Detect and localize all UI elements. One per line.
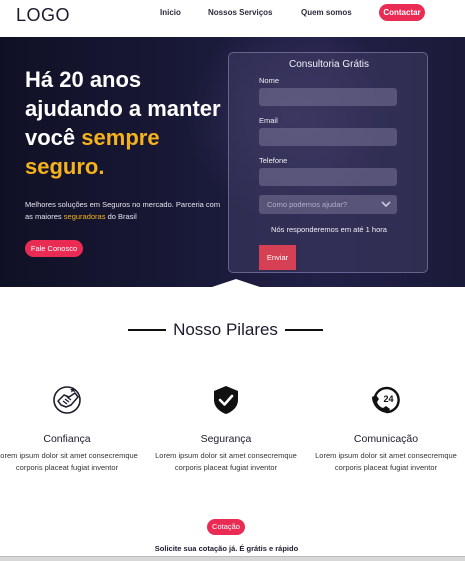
pillar-comunicacao: 24 Comunicação Lorem ipsum dolor sit ame… xyxy=(311,383,461,474)
logo[interactable]: LOGO xyxy=(16,5,70,26)
help-select[interactable]: Como podemos ajudar? xyxy=(259,195,397,214)
pillar-title: Comunicação xyxy=(353,433,419,445)
submit-button[interactable]: Enviar xyxy=(259,245,296,270)
quote-text: Solicite sua cotação já. É grátis e rápi… xyxy=(154,544,299,553)
pillar-confianca: Confiança Lorem ipsum dolor sit amet con… xyxy=(0,383,142,474)
bottom-strip xyxy=(0,556,465,561)
hero-description: Melhores soluções em Seguros no mercado.… xyxy=(25,199,230,223)
form-title: Consultoria Grátis xyxy=(288,59,370,70)
shield-check-icon xyxy=(214,386,238,414)
name-label: Nome xyxy=(259,76,280,85)
phone-24-icon: 24 xyxy=(372,386,400,414)
nav-link-inicio[interactable]: Inicio xyxy=(160,8,181,17)
hero-title: Há 20 anos ajudando a manter você sempre… xyxy=(25,65,235,181)
help-select-placeholder: Como podemos ajudar? xyxy=(267,200,348,209)
pillar-text: Lorem ipsum dolor sit amet consecremque … xyxy=(315,451,457,472)
hero-notch xyxy=(206,279,266,287)
quote-badge: Cotação xyxy=(207,519,245,535)
phone-input[interactable] xyxy=(259,168,397,186)
pillar-title: Confiança xyxy=(43,433,91,445)
email-input[interactable] xyxy=(259,128,397,146)
form-note: Nós responderemos em até 1 hora xyxy=(271,225,387,234)
nav-link-servicos[interactable]: Nossos Serviços xyxy=(208,8,272,17)
email-label: Email xyxy=(259,116,278,125)
consultation-form: Consultoria Grátis Nome Email Telefone C… xyxy=(228,52,428,273)
pillar-seguranca: Segurança Lorem ipsum dolor sit amet con… xyxy=(151,383,301,474)
chevron-down-icon xyxy=(381,201,391,208)
nav-link-quem-somos[interactable]: Quem somos xyxy=(301,8,352,17)
hero-desc-after: do Brasil xyxy=(107,212,137,221)
handshake-icon xyxy=(53,386,81,414)
phone-label: Telefone xyxy=(259,156,288,165)
pillars-heading: Nosso Pilares xyxy=(128,318,323,340)
pillar-text: Lorem ipsum dolor sit amet consecremque … xyxy=(0,451,138,472)
svg-text:24: 24 xyxy=(383,394,393,404)
title-line-right xyxy=(285,329,323,331)
name-input[interactable] xyxy=(259,88,397,106)
pillar-text: Lorem ipsum dolor sit amet consecremque … xyxy=(155,451,297,472)
hero-desc-link[interactable]: seguradoras xyxy=(64,212,106,221)
site-header: LOGO Inicio Nossos Serviços Quem somos C… xyxy=(0,0,465,37)
contact-button[interactable]: Contactar xyxy=(379,4,425,21)
hero-section: Há 20 anos ajudando a manter você sempre… xyxy=(0,37,465,287)
fale-conosco-button[interactable]: Fale Conosco xyxy=(25,240,83,257)
pillar-title: Segurança xyxy=(200,433,252,445)
